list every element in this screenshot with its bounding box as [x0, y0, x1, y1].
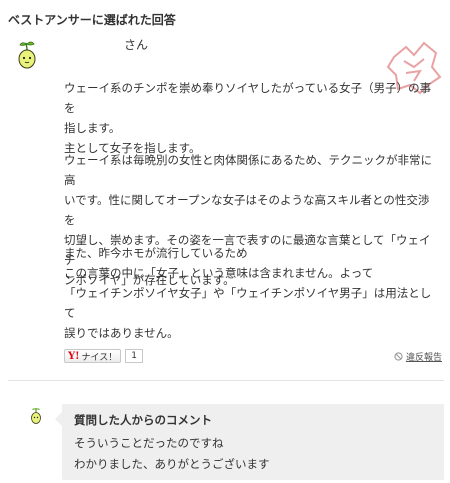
- nice-count-badge: 1: [125, 349, 143, 363]
- comment-line: わかりました、ありがとうございます: [74, 457, 270, 471]
- answer-line: いです。性に関してオープンな女子はそのような高スキル者との性交渉を: [64, 193, 430, 227]
- answer-line: ウェーイ系は毎晩別の女性と肉体関係にあるため、テクニックが非常に高: [64, 153, 432, 187]
- prohibited-icon: [394, 352, 403, 361]
- answer-paragraph-3: また、昨今ホモが流行しているため この言葉の中に「女子」という意味は含まれません…: [64, 243, 440, 343]
- answer-paragraph-1: ウェーイ系のチンポを崇め奉りソイヤしたがっている女子（男子）の事を 指します。 …: [64, 78, 440, 158]
- best-answer-heading: ベストアンサーに選ばれた回答: [8, 13, 176, 27]
- answer-line: 誤りではありません。: [64, 326, 179, 340]
- answer-line: また、昨今ホモが流行しているため: [64, 246, 248, 260]
- nice-button-group: Y! ナイス！ 1: [64, 349, 143, 363]
- comment-line: そういうことだったのですね: [74, 436, 224, 450]
- answer-line: ウェーイ系のチンポを崇め奉りソイヤしたがっている女子（男子）の事を: [64, 81, 432, 115]
- divider: [8, 380, 444, 381]
- comment-title: 質問した人からのコメント: [74, 413, 212, 427]
- answerer-username[interactable]: さん: [124, 36, 148, 53]
- answer-line: 「ウェイチンポソイヤ女子」や「ウェイチンポソイヤ男子」は用法として: [64, 286, 432, 320]
- answer-line: この言葉の中に「女子」という意味は含まれません。よって: [64, 266, 374, 280]
- nice-button[interactable]: Y! ナイス！: [64, 349, 122, 363]
- yahoo-logo-icon: Y!: [68, 350, 80, 362]
- sprout-character-icon[interactable]: [30, 407, 42, 424]
- answer-line: 指します。: [64, 121, 121, 135]
- sprout-character-icon[interactable]: [16, 41, 38, 69]
- report-link[interactable]: 違反報告: [394, 350, 442, 363]
- nice-button-label: ナイス！: [81, 352, 118, 363]
- comment-pointer: [55, 412, 62, 426]
- report-label: 違反報告: [406, 353, 443, 363]
